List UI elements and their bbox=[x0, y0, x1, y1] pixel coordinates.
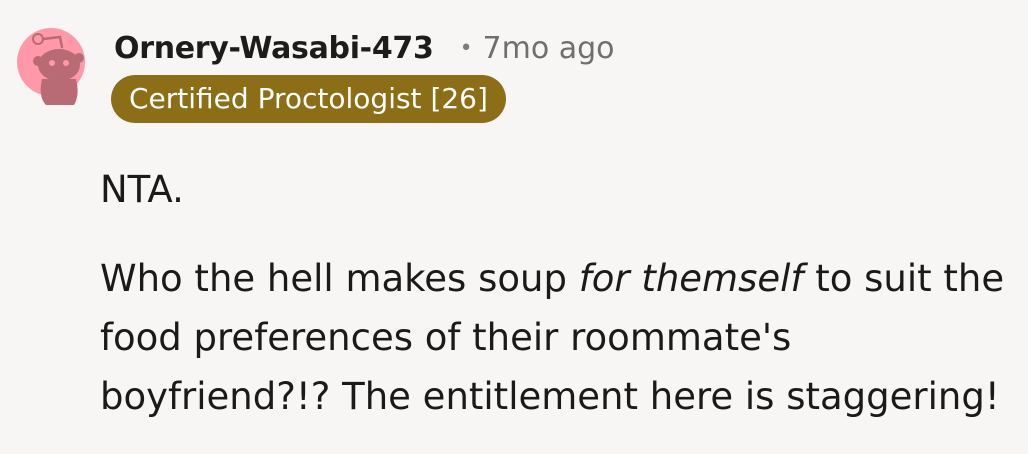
comment-text-emphasis: for themself bbox=[578, 257, 804, 300]
comment-verdict: NTA. bbox=[100, 168, 184, 211]
username-link[interactable]: Ornery-Wasabi-473 bbox=[114, 31, 434, 66]
comment-paragraph: Who the hell makes soup for themself to … bbox=[100, 249, 1010, 426]
user-flair-badge: Certified Proctologist [26] bbox=[111, 75, 506, 123]
timestamp[interactable]: 7mo ago bbox=[483, 31, 615, 66]
comment-text-prefix: Who the hell makes soup bbox=[100, 257, 579, 300]
snoo-avatar-icon[interactable] bbox=[16, 17, 86, 107]
comment: Ornery-Wasabi-473 • 7mo ago Certified Pr… bbox=[0, 0, 1028, 454]
comment-header: Ornery-Wasabi-473 • 7mo ago bbox=[114, 26, 615, 70]
comment-body: NTA. Who the hell makes soup for themsel… bbox=[100, 160, 1010, 426]
separator-dot: • bbox=[459, 35, 473, 61]
